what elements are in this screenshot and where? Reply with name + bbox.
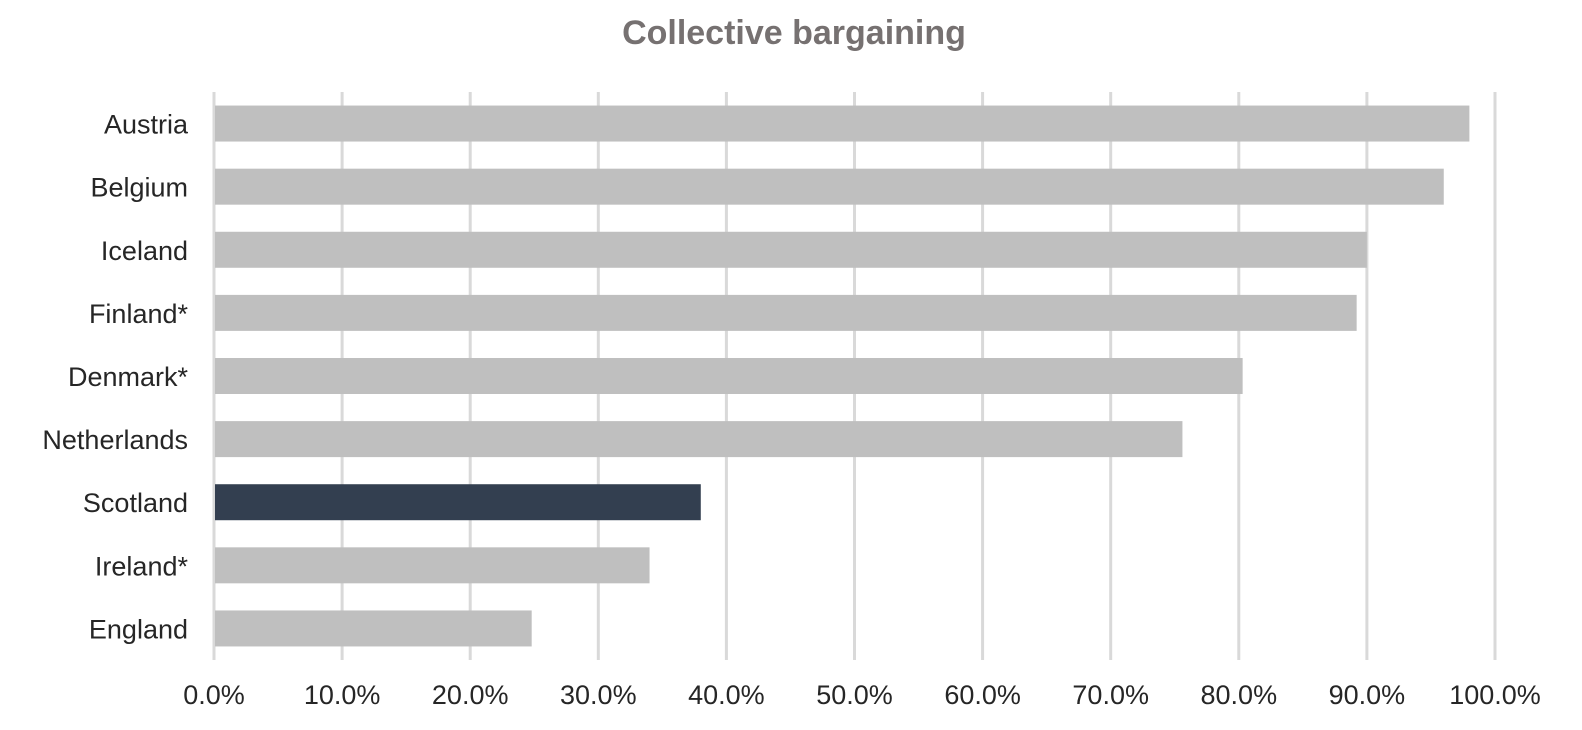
category-label: England [89, 614, 188, 644]
bars [215, 105, 1470, 647]
x-tick-label: 40.0% [688, 680, 765, 710]
x-tick-label: 0.0% [183, 680, 245, 710]
x-tick-labels: 0.0% 10.0% 20.0% 30.0% 40.0% 50.0% 60.0% 70.0% 8… [183, 680, 1541, 710]
bar-denmark [215, 358, 1243, 394]
x-tick-label: 50.0% [816, 680, 893, 710]
bar-ireland [215, 547, 650, 584]
x-tick-label: 60.0% [944, 680, 1021, 710]
category-label: Scotland [83, 488, 188, 518]
x-tick-label: 80.0% [1201, 680, 1278, 710]
bar-austria [215, 105, 1470, 142]
x-tick-label: 30.0% [560, 680, 637, 710]
x-tick-label: 90.0% [1329, 680, 1406, 710]
bar-chart: Austria Belgium Iceland Finland* Denmark* Net… [42, 92, 1541, 710]
x-tick-label: 70.0% [1072, 680, 1149, 710]
bar-belgium [215, 168, 1444, 205]
bar-finland [215, 294, 1357, 331]
category-label: Denmark* [68, 362, 189, 392]
category-label: Finland* [89, 299, 189, 329]
category-label: Netherlands [42, 425, 188, 455]
bar-scotland [215, 484, 701, 521]
category-labels: Austria Belgium Iceland Finland* Denmark* Net… [42, 110, 189, 645]
category-label: Ireland* [95, 551, 189, 581]
bar-england [215, 610, 532, 647]
category-label: Austria [104, 110, 189, 140]
x-tick-label: 10.0% [304, 680, 381, 710]
category-label: Belgium [90, 173, 188, 203]
x-tick-label: 100.0% [1449, 680, 1541, 710]
category-label: Iceland [101, 236, 188, 266]
x-tick-label: 20.0% [432, 680, 509, 710]
bar-iceland [215, 231, 1367, 268]
bar-netherlands [215, 421, 1183, 458]
